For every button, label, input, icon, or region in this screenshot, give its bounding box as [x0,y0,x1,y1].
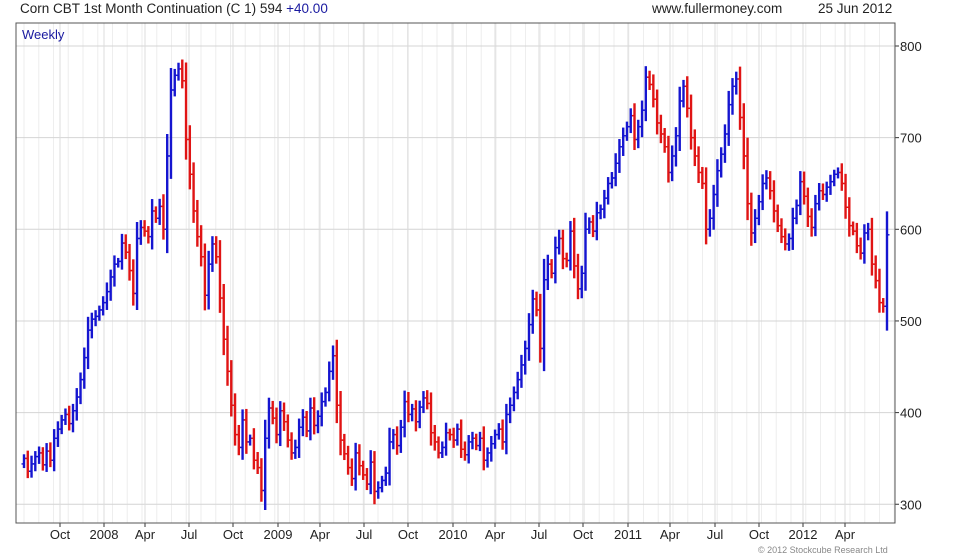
y-axis-label: 300 [900,497,922,512]
x-axis-label: Apr [310,527,331,542]
x-axis-label: Jul [356,527,373,542]
y-axis-label: 600 [900,222,922,237]
x-axis-label: Oct [573,527,594,542]
copyright-notice: © 2012 Stockcube Research Ltd [758,545,888,555]
y-axis-label: 800 [900,39,922,54]
x-axis-label: 2012 [789,527,818,542]
y-axis-label: 400 [900,406,922,421]
x-axis-label: Apr [835,527,856,542]
x-axis-label: 2010 [439,527,468,542]
x-axis-label: Jul [707,527,724,542]
x-axis-label: Jul [181,527,198,542]
period-label: Weekly [22,27,65,42]
x-axis-label: Jul [531,527,548,542]
price-chart: Oct 2008 Apr Jul Oct 2009 Apr Jul Oct 2010 Apr Jul O… [15,22,922,542]
x-axis-label: Oct [50,527,71,542]
x-axis-label: 2011 [614,527,642,542]
x-axis-label: Oct [398,527,419,542]
plot-frame [15,22,896,524]
y-axis-label: 500 [900,314,922,329]
x-axis-label: Oct [749,527,770,542]
y-axis-label: 700 [900,131,922,146]
x-axis-label: Oct [223,527,244,542]
x-axis-label: 2009 [264,527,293,542]
x-axis-label: 2008 [90,527,119,542]
x-axis-label: Apr [485,527,506,542]
x-axis-label: Apr [660,527,681,542]
x-axis-label: Apr [135,527,156,542]
